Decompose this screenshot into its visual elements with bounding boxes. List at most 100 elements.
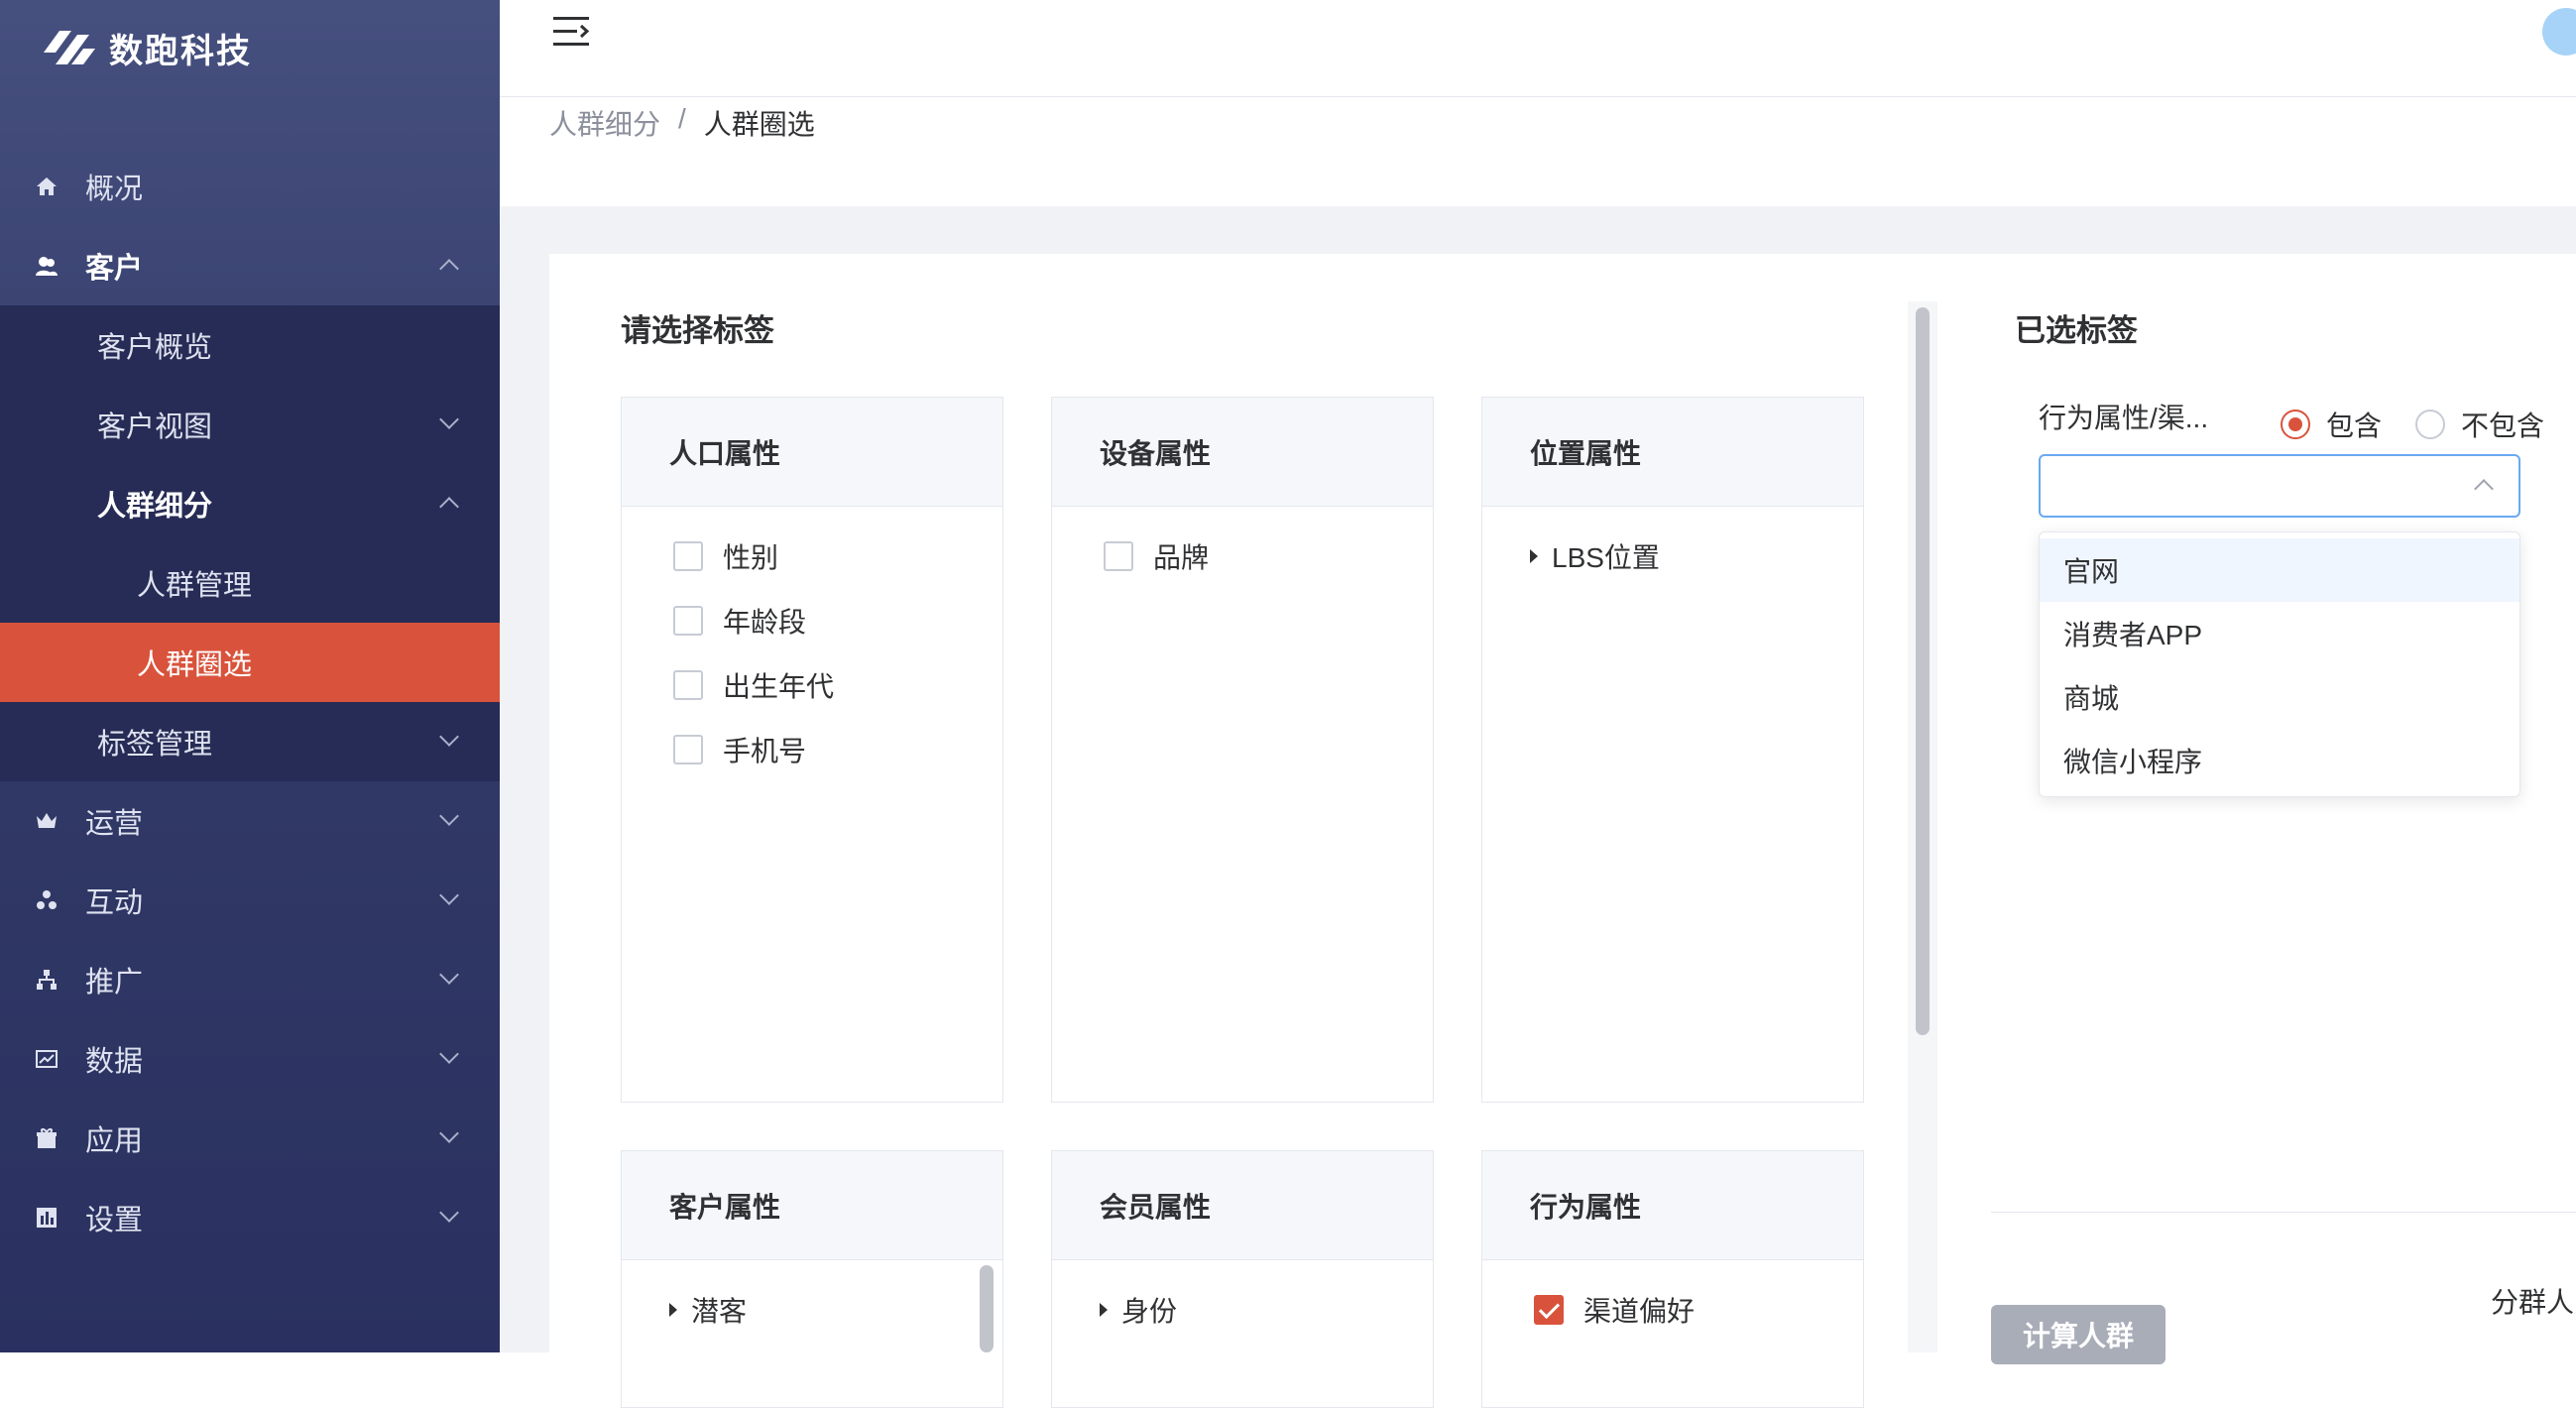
sidebar-item-interaction[interactable]: 互动 (0, 861, 500, 940)
sitemap-icon (34, 967, 59, 993)
caret-right-icon[interactable] (669, 1303, 677, 1317)
caret-right-icon[interactable] (1530, 549, 1538, 563)
checkbox-channel-preference[interactable]: 渠道偏好 (1534, 1290, 1695, 1330)
logo-icon (44, 31, 95, 64)
checkbox-gender[interactable]: 性别 (673, 536, 778, 576)
breadcrumb: 人群细分 / 人群圈选 (549, 103, 815, 143)
sidebar-item-apps[interactable]: 应用 (0, 1099, 500, 1178)
sidebar-item-settings[interactable]: 设置 (0, 1178, 500, 1257)
sidebar-item-label: 客户 (85, 253, 144, 285)
scrollbar-thumb[interactable] (1916, 307, 1930, 1035)
sidebar-item-segment-manage[interactable]: 人群管理 (0, 543, 500, 623)
chevron-down-icon (439, 1044, 459, 1064)
sidebar-item-label: 设置 (85, 1205, 144, 1236)
tree-node-label: 身份 (1121, 1296, 1178, 1327)
checkbox-label: 性别 (723, 542, 779, 573)
brand-logo[interactable]: 数跑科技 (38, 22, 252, 73)
panel-title: 位置属性 (1482, 398, 1863, 507)
radio-circle[interactable] (2281, 410, 2310, 439)
radio-circle[interactable] (2415, 410, 2445, 439)
channel-select[interactable] (2039, 454, 2520, 518)
chevron-down-icon (439, 806, 459, 826)
brand-name: 数跑科技 (109, 32, 252, 70)
checkbox-age-group[interactable]: 年龄段 (673, 601, 806, 641)
sidebar-item-label: 互动 (85, 887, 144, 919)
checkbox-box[interactable] (1534, 1295, 1564, 1325)
interaction-icon (34, 887, 59, 913)
checkbox-label: 年龄段 (723, 607, 807, 638)
checkbox-label: 出生年代 (723, 671, 835, 702)
breadcrumb-parent[interactable]: 人群细分 (549, 103, 660, 143)
sidebar-item-customer-view[interactable]: 客户视图 (0, 385, 500, 464)
checkbox-phone[interactable]: 手机号 (673, 730, 806, 769)
panel-member: 会员属性 身份 (1051, 1150, 1434, 1408)
checkbox-box[interactable] (673, 541, 703, 571)
bar-chart-icon (34, 1205, 59, 1231)
checkbox-box[interactable] (1104, 541, 1133, 571)
tree-node-label: LBS位置 (1552, 542, 1660, 573)
avatar[interactable] (2542, 8, 2576, 56)
tree-node-identity[interactable]: 身份 (1100, 1290, 1177, 1330)
checkbox-birth-decade[interactable]: 出生年代 (673, 665, 834, 705)
sidebar-item-label: 人群管理 (137, 570, 253, 602)
option-mall[interactable]: 商城 (2040, 665, 2519, 729)
top-bar (500, 0, 2576, 97)
sidebar-item-customer-overview[interactable]: 客户概览 (0, 305, 500, 385)
sidebar-item-label: 推广 (85, 967, 144, 998)
sidebar-item-label: 客户概览 (97, 332, 213, 364)
split-segment-label: 分群人 (2491, 1287, 2575, 1318)
sidebar-item-overview[interactable]: 概况 (0, 147, 500, 226)
sidebar-item-label: 标签管理 (97, 729, 213, 761)
menu-toggle-icon[interactable] (551, 14, 591, 50)
tree-node-prospect[interactable]: 潜客 (669, 1290, 747, 1330)
sidebar-item-customer[interactable]: 客户 (0, 226, 500, 305)
chevron-up-icon (439, 259, 459, 279)
option-wechat-miniprogram[interactable]: 微信小程序 (2040, 729, 2519, 792)
panel-title: 会员属性 (1052, 1151, 1433, 1260)
panel-scrollbar[interactable] (980, 1265, 994, 1352)
sidebar-item-promotion[interactable]: 推广 (0, 940, 500, 1019)
sidebar-item-label: 人群细分 (97, 491, 213, 523)
sidebar-item-label: 应用 (85, 1125, 144, 1157)
sidebar-item-tag-manage[interactable]: 标签管理 (0, 702, 500, 781)
radio-include[interactable]: 包含 (2281, 405, 2382, 444)
chevron-down-icon (439, 727, 459, 747)
calculate-segment-button[interactable]: 计算人群 (1991, 1305, 2166, 1364)
divider (1991, 1212, 2576, 1213)
radio-label: 包含 (2326, 411, 2383, 441)
panel-customer: 客户属性 潜客 (621, 1150, 1003, 1408)
option-official-site[interactable]: 官网 (2040, 538, 2519, 602)
chevron-down-icon (439, 885, 459, 905)
sidebar-item-operation[interactable]: 运营 (0, 781, 500, 861)
radio-exclude[interactable]: 不包含 (2415, 405, 2544, 444)
chevron-down-icon (439, 965, 459, 985)
checkbox-brand[interactable]: 品牌 (1104, 536, 1209, 576)
breadcrumb-separator: / (678, 103, 686, 134)
tree-node-label: 潜客 (691, 1296, 748, 1327)
sidebar-item-segment-select[interactable]: 人群圈选 (0, 623, 500, 702)
panel-title: 设备属性 (1052, 398, 1433, 507)
option-consumer-app[interactable]: 消费者APP (2040, 602, 2519, 665)
sidebar-item-label: 运营 (85, 808, 144, 840)
checkbox-box[interactable] (673, 735, 703, 764)
checkbox-box[interactable] (673, 606, 703, 636)
tag-select-title: 请选择标签 (621, 313, 774, 348)
sidebar: 数跑科技 概况 客户 客户概览 客户视图 人群细分 人群管理 人群圈选 标签管理… (0, 0, 500, 1352)
sidebar-item-label: 人群圈选 (137, 649, 253, 681)
sidebar-item-label: 数据 (85, 1046, 144, 1078)
checkbox-box[interactable] (673, 670, 703, 700)
chevron-up-icon (439, 497, 459, 517)
caret-right-icon[interactable] (1100, 1303, 1108, 1317)
tag-area-scrollbar[interactable] (1908, 301, 1937, 1352)
panel-title: 人口属性 (622, 398, 1002, 507)
radio-label: 不包含 (2461, 411, 2545, 441)
panel-device: 设备属性 品牌 (1051, 397, 1434, 1103)
checkbox-label: 品牌 (1153, 542, 1210, 573)
sidebar-item-data[interactable]: 数据 (0, 1019, 500, 1099)
tree-node-lbs[interactable]: LBS位置 (1530, 536, 1660, 576)
panel-location: 位置属性 LBS位置 (1481, 397, 1864, 1103)
panel-title: 客户属性 (622, 1151, 1002, 1260)
panel-demographic: 人口属性 性别 年龄段 出生年代 手机号 (621, 397, 1003, 1103)
sidebar-item-segmentation[interactable]: 人群细分 (0, 464, 500, 543)
segmentation-submenu: 人群管理 人群圈选 (0, 543, 500, 702)
